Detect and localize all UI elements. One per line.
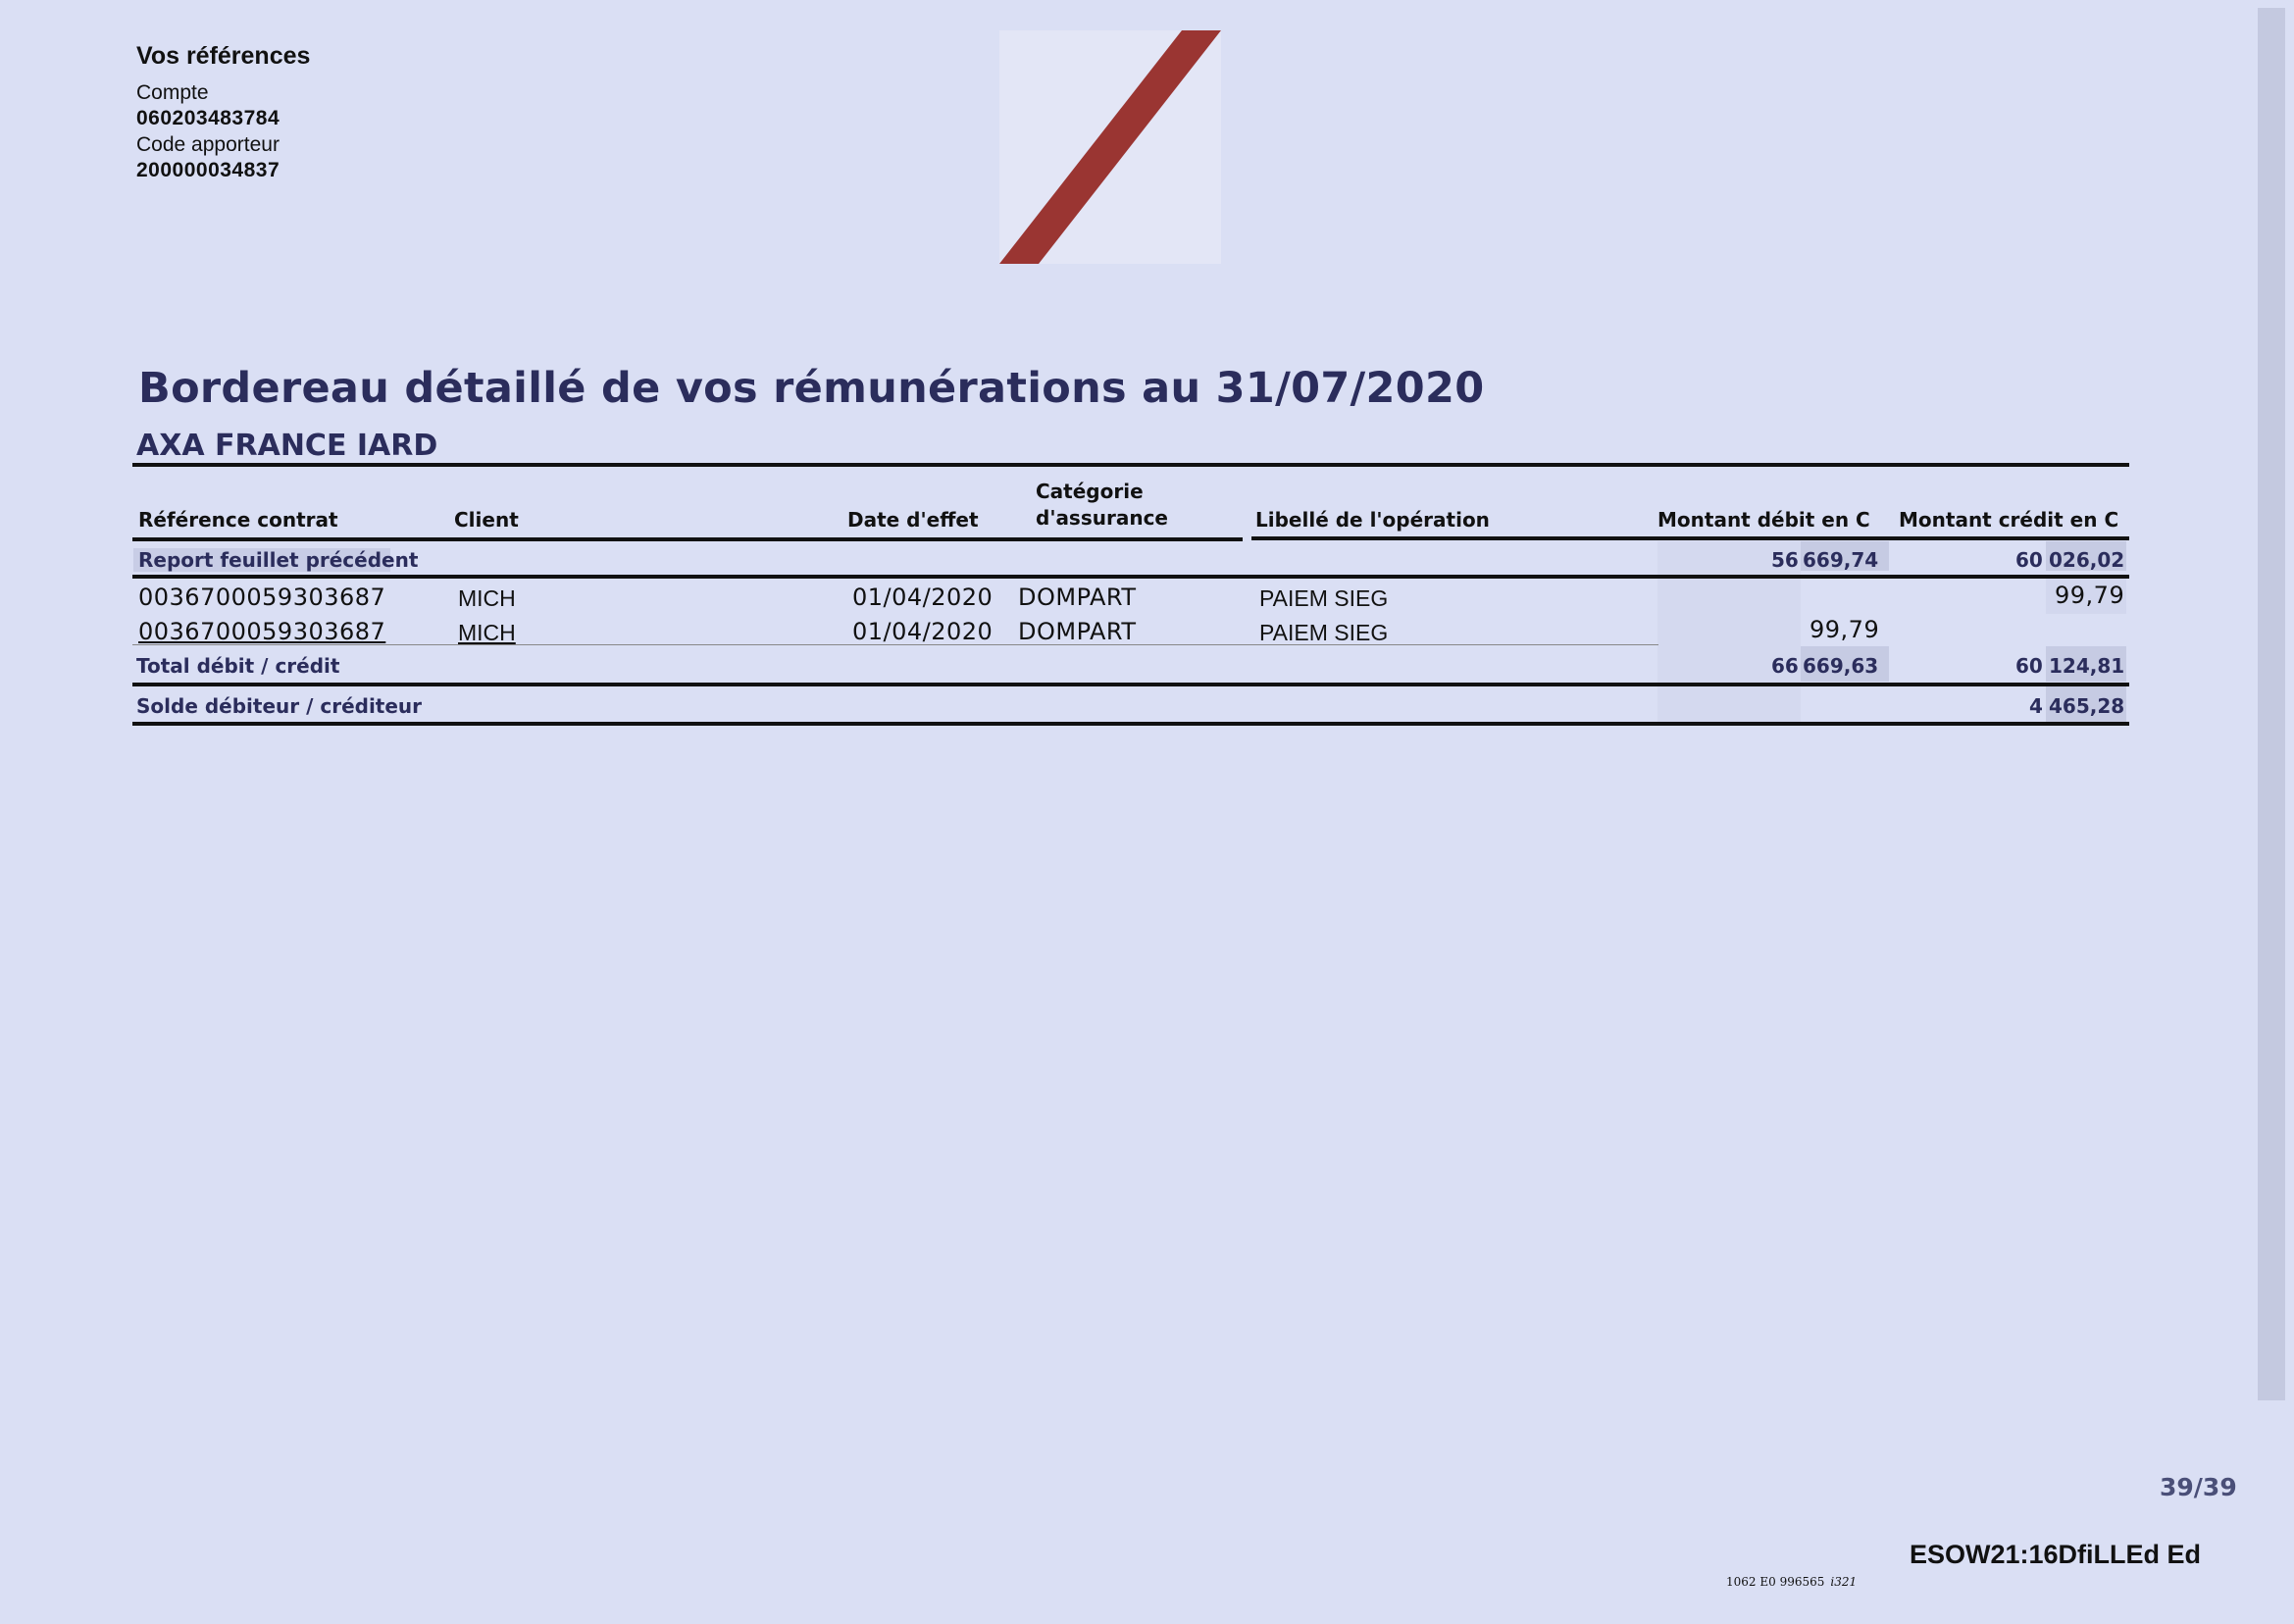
- header-category-line2: d'assurance: [1036, 506, 1168, 530]
- row-1-ref: 0036700059303687: [138, 584, 386, 611]
- row-1-label: PAIEM SIEG: [1259, 585, 1389, 611]
- company-logo: [999, 30, 1221, 264]
- tiny-code-number: 1062 E0 996565: [1726, 1575, 1825, 1589]
- header-date: Date d'effet: [847, 508, 979, 532]
- header-label: Libellé de l'opération: [1255, 508, 1490, 532]
- row-2-label: PAIEM SIEG: [1259, 620, 1389, 645]
- page-title: Bordereau détaillé de vos rémunérations …: [138, 364, 1485, 413]
- header-debit: Montant débit en C: [1657, 508, 1870, 532]
- row-2-ref: 0036700059303687: [138, 618, 386, 645]
- carry-over-credit-b: 026,02: [2049, 548, 2125, 572]
- carry-over-label: Report feuillet précédent: [138, 548, 419, 572]
- references-title: Vos références: [136, 42, 311, 70]
- carry-over-debit-b: 669,74: [1803, 548, 1879, 572]
- vertical-scrollbar[interactable]: [2258, 8, 2285, 1400]
- row-1-client: MICH: [458, 585, 516, 611]
- carry-over-debit-a: 56: [1771, 548, 1799, 572]
- row-2-client: MICH: [458, 620, 516, 645]
- total-debit-b: 669,63: [1803, 654, 1879, 678]
- header-rule-right: [1251, 536, 2129, 540]
- header-ref: Référence contrat: [138, 508, 338, 532]
- tiny-code-italic: i321: [1830, 1575, 1858, 1589]
- agent-code-label: Code apporteur: [136, 133, 280, 156]
- title-rule: [132, 463, 2129, 467]
- row-1-date: 01/04/2020: [852, 584, 994, 611]
- row-2-date: 01/04/2020: [852, 618, 994, 645]
- agent-code-value: 200000034837: [136, 159, 280, 181]
- company-name: AXA FRANCE IARD: [136, 429, 438, 463]
- header-rule-left: [132, 537, 1243, 541]
- total-credit-b: 124,81: [2049, 654, 2125, 678]
- balance-rule: [132, 722, 2129, 726]
- account-label: Compte: [136, 81, 209, 104]
- row-2-debit: 99,79: [1810, 616, 1880, 643]
- row-2-category: DOMPART: [1018, 618, 1137, 645]
- balance-credit-a: 4: [2029, 694, 2043, 718]
- header-category-line1: Catégorie: [1036, 480, 1144, 503]
- carry-over-credit-a: 60: [2015, 548, 2043, 572]
- tiny-code: 1062 E0 996565 i321: [1726, 1575, 1857, 1589]
- balance-label: Solde débiteur / créditeur: [136, 694, 423, 718]
- document-code: ESOW21:16DfiLLEd Ed: [1910, 1540, 2202, 1569]
- row-1-credit: 99,79: [2055, 582, 2125, 609]
- total-credit-a: 60: [2015, 654, 2043, 678]
- header-client: Client: [454, 508, 519, 532]
- total-rule: [132, 683, 2129, 686]
- row-1-category: DOMPART: [1018, 584, 1137, 611]
- header-credit: Montant crédit en C: [1899, 508, 2119, 532]
- balance-credit-b: 465,28: [2049, 694, 2125, 718]
- page-number: 39/39: [2160, 1473, 2237, 1501]
- account-value: 060203483784: [136, 107, 280, 129]
- total-debit-a: 66: [1771, 654, 1799, 678]
- total-label: Total débit / crédit: [136, 654, 340, 678]
- carry-rule: [132, 575, 2129, 579]
